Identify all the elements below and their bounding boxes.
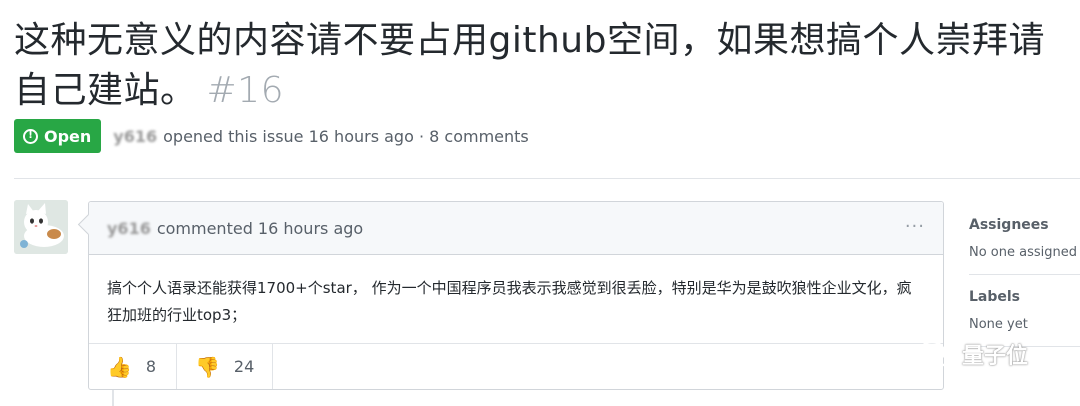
labels-value: None yet [969, 317, 1028, 332]
avatar[interactable] [14, 200, 68, 254]
comment-author-link[interactable]: y616 [107, 219, 151, 238]
issue-sidebar: Assignees No one assigned Labels None ye… [969, 201, 1080, 361]
assignees-value: No one assigned [969, 245, 1077, 260]
sidebar-assignees: Assignees No one assigned [969, 217, 1080, 275]
reactions-bar: 👍 8 👎 24 [89, 343, 943, 389]
avatar-cat-image [14, 200, 68, 254]
reaction-count: 24 [233, 357, 255, 376]
issue-title-text: 这种无意义的内容请不要占用github空间，如果想搞个人崇拜请自己建站。 [14, 20, 1045, 111]
issue-author-link[interactable]: y616 [113, 127, 157, 146]
wechat-icon [918, 340, 954, 367]
header-divider [14, 178, 1080, 179]
comment-header: y616 commented 16 hours ago ··· [89, 202, 943, 255]
comment-header-text: commented 16 hours ago [156, 218, 364, 238]
comment-body: 搞个个人语录还能获得1700+个star， 作为一个中国程序员我表示我感觉到很丢… [107, 279, 912, 324]
issue-meta-text: opened this issue 16 hours ago · 8 comme… [163, 126, 529, 146]
thumbs-up-icon: 👍 [107, 354, 132, 379]
issue-state-badge: ! Open [14, 119, 102, 153]
issue-meta: ! Open y616 opened this issue 16 hours a… [14, 119, 529, 153]
thumbs-down-icon: 👎 [195, 354, 220, 379]
assignees-heading[interactable]: Assignees [969, 217, 1080, 233]
reaction-thumbs-down-button[interactable]: 👎 24 [177, 344, 273, 389]
labels-heading[interactable]: Labels [969, 289, 1080, 305]
watermark-text: 量子位 [962, 344, 1029, 369]
issue-state-label: Open [44, 126, 92, 146]
reaction-count: 8 [145, 357, 157, 376]
comment-box: y616 commented 16 hours ago ··· 搞个个人语录还能… [88, 201, 944, 390]
reaction-thumbs-up-button[interactable]: 👍 8 [89, 344, 177, 389]
watermark: 量子位 [918, 338, 1028, 370]
timeline-line [112, 390, 114, 406]
issue-title: 这种无意义的内容请不要占用github空间，如果想搞个人崇拜请自己建站。 #16 [14, 16, 1054, 116]
issue-number: #16 [206, 70, 284, 111]
issue-open-icon: ! [23, 128, 38, 144]
more-options-icon[interactable]: ··· [905, 218, 925, 236]
